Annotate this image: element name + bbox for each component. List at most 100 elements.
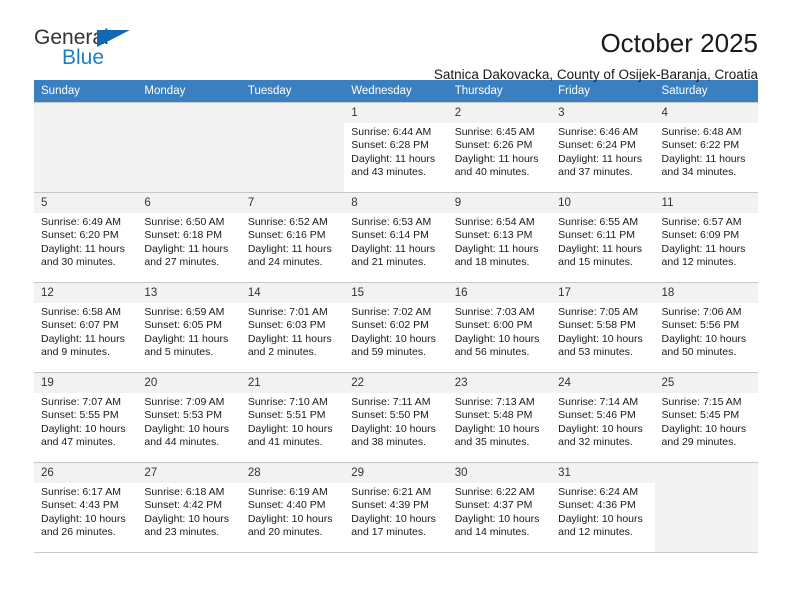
calendar-day-cell[interactable]: 30 Sunrise: 6:22 AM Sunset: 4:37 PM Dayligh… bbox=[447, 462, 552, 553]
calendar-day-cell[interactable]: 29 Sunrise: 6:21 AM Sunset: 4:39 PM Dayligh… bbox=[344, 462, 448, 553]
calendar-day-cell[interactable]: 26 Sunrise: 6:17 AM Sunset: 4:43 PM Dayligh… bbox=[34, 462, 138, 553]
calendar-day-cell[interactable]: 3 Sunrise: 6:46 AM Sunset: 6:24 PM Daylight… bbox=[551, 102, 655, 193]
daylight-text-line1: Daylight: 10 hours bbox=[351, 332, 436, 345]
daylight-text-line2: and 12 minutes. bbox=[558, 526, 633, 539]
daylight-text-line1: Daylight: 11 hours bbox=[41, 332, 125, 345]
daylight-text-line2: and 15 minutes. bbox=[558, 256, 633, 269]
calendar-body: 1 Sunrise: 6:44 AM Sunset: 6:28 PM Daylight… bbox=[34, 102, 758, 553]
sunrise-text: Sunrise: 6:57 AM bbox=[661, 216, 742, 228]
day-number: 23 bbox=[447, 373, 552, 393]
sunrise-text: Sunrise: 7:11 AM bbox=[351, 396, 431, 408]
calendar-day-cell[interactable]: 12 Sunrise: 6:58 AM Sunset: 6:07 PM Dayligh… bbox=[34, 282, 138, 373]
calendar-day-cell[interactable]: 16 Sunrise: 7:03 AM Sunset: 6:00 PM Dayligh… bbox=[447, 282, 552, 373]
day-cell-inner: 17 Sunrise: 7:05 AM Sunset: 5:58 PM Dayligh… bbox=[551, 283, 655, 372]
day-details: Sunrise: 6:55 AM Sunset: 6:11 PM Daylight:… bbox=[551, 213, 654, 270]
general-blue-logo[interactable]: General Blue bbox=[34, 26, 174, 72]
daylight-text-line2: and 27 minutes. bbox=[144, 256, 220, 269]
day-number: 25 bbox=[654, 373, 758, 393]
sunset-text: Sunset: 5:50 PM bbox=[351, 409, 429, 422]
day-cell-inner: 6 Sunrise: 6:50 AM Sunset: 6:18 PM Daylight… bbox=[137, 193, 241, 282]
daylight-text-line1: Daylight: 10 hours bbox=[41, 422, 126, 435]
day-cell-inner: 24 Sunrise: 7:14 AM Sunset: 5:46 PM Dayligh… bbox=[551, 373, 655, 462]
day-details: Sunrise: 6:54 AM Sunset: 6:13 PM Daylight:… bbox=[448, 213, 551, 270]
calendar-day-cell[interactable]: 4 Sunrise: 6:48 AM Sunset: 6:22 PM Daylight… bbox=[654, 102, 758, 193]
calendar-day-cell[interactable]: 31 Sunrise: 6:24 AM Sunset: 4:36 PM Dayligh… bbox=[551, 462, 655, 553]
sunset-text: Sunset: 5:56 PM bbox=[661, 319, 740, 332]
day-number: 2 bbox=[447, 103, 552, 123]
daylight-text-line1: Daylight: 10 hours bbox=[661, 422, 747, 435]
day-cell-inner: 25 Sunrise: 7:15 AM Sunset: 5:45 PM Dayligh… bbox=[654, 373, 758, 462]
calendar-day-cell[interactable]: 21 Sunrise: 7:10 AM Sunset: 5:51 PM Dayligh… bbox=[240, 372, 345, 463]
day-cell-inner: 9 Sunrise: 6:54 AM Sunset: 6:13 PM Daylight… bbox=[447, 193, 552, 282]
sunrise-text: Sunrise: 7:09 AM bbox=[144, 396, 225, 408]
daylight-text-line1: Daylight: 10 hours bbox=[558, 512, 643, 525]
day-cell-inner: 16 Sunrise: 7:03 AM Sunset: 6:00 PM Dayligh… bbox=[447, 283, 552, 372]
sunset-text: Sunset: 4:36 PM bbox=[558, 499, 636, 512]
daylight-text-line2: and 40 minutes. bbox=[454, 166, 530, 179]
calendar-day-cell[interactable]: 24 Sunrise: 7:14 AM Sunset: 5:46 PM Dayligh… bbox=[551, 372, 655, 463]
sunset-text: Sunset: 6:05 PM bbox=[144, 319, 223, 332]
sunrise-text: Sunrise: 6:46 AM bbox=[558, 126, 639, 138]
sunset-text: Sunset: 6:09 PM bbox=[661, 229, 740, 242]
calendar-day-cell[interactable]: 17 Sunrise: 7:05 AM Sunset: 5:58 PM Dayligh… bbox=[551, 282, 655, 373]
daylight-text-line1: Daylight: 10 hours bbox=[558, 422, 643, 435]
daylight-text-line2: and 41 minutes. bbox=[247, 436, 323, 449]
daylight-text-line1: Daylight: 11 hours bbox=[351, 152, 436, 165]
day-number: 15 bbox=[344, 283, 448, 303]
day-number: 5 bbox=[34, 193, 138, 213]
calendar-day-cell[interactable]: 27 Sunrise: 6:18 AM Sunset: 4:42 PM Dayligh… bbox=[137, 462, 241, 553]
calendar-day-cell[interactable]: 10 Sunrise: 6:55 AM Sunset: 6:11 PM Dayligh… bbox=[551, 192, 655, 283]
calendar-day-cell[interactable]: 11 Sunrise: 6:57 AM Sunset: 6:09 PM Dayligh… bbox=[654, 192, 758, 283]
calendar-day-cell[interactable]: 25 Sunrise: 7:15 AM Sunset: 5:45 PM Dayligh… bbox=[654, 372, 758, 463]
day-details: Sunrise: 6:58 AM Sunset: 6:07 PM Daylight:… bbox=[34, 303, 137, 360]
day-number: 14 bbox=[240, 283, 345, 303]
sunset-text: Sunset: 6:13 PM bbox=[454, 229, 533, 242]
day-cell-inner: 28 Sunrise: 6:19 AM Sunset: 4:40 PM Dayligh… bbox=[240, 463, 345, 552]
day-details: Sunrise: 6:57 AM Sunset: 6:09 PM Daylight:… bbox=[655, 213, 758, 270]
calendar-day-cell[interactable]: 28 Sunrise: 6:19 AM Sunset: 4:40 PM Dayligh… bbox=[240, 462, 345, 553]
day-details: Sunrise: 6:22 AM Sunset: 4:37 PM Daylight:… bbox=[448, 483, 551, 540]
daylight-text-line2: and 14 minutes. bbox=[454, 526, 530, 539]
calendar-cell-empty bbox=[34, 102, 138, 193]
day-cell-inner: 1 Sunrise: 6:44 AM Sunset: 6:28 PM Daylight… bbox=[344, 103, 448, 192]
calendar-day-cell[interactable]: 7 Sunrise: 6:52 AM Sunset: 6:16 PM Daylight… bbox=[240, 192, 345, 283]
sunrise-text: Sunrise: 6:50 AM bbox=[144, 216, 225, 228]
sunrise-text: Sunrise: 6:53 AM bbox=[351, 216, 432, 228]
sunset-text: Sunset: 6:16 PM bbox=[247, 229, 326, 242]
calendar-day-cell[interactable]: 2 Sunrise: 6:45 AM Sunset: 6:26 PM Daylight… bbox=[447, 102, 552, 193]
calendar-day-cell[interactable]: 20 Sunrise: 7:09 AM Sunset: 5:53 PM Dayligh… bbox=[137, 372, 241, 463]
day-cell-inner: 13 Sunrise: 6:59 AM Sunset: 6:05 PM Dayligh… bbox=[137, 283, 241, 372]
calendar-day-cell[interactable]: 1 Sunrise: 6:44 AM Sunset: 6:28 PM Daylight… bbox=[344, 102, 448, 193]
day-cell-inner: 29 Sunrise: 6:21 AM Sunset: 4:39 PM Dayligh… bbox=[344, 463, 448, 552]
sunrise-text: Sunrise: 6:22 AM bbox=[454, 486, 535, 498]
daylight-text-line2: and 17 minutes. bbox=[351, 526, 426, 539]
day-details: Sunrise: 7:11 AM Sunset: 5:50 PM Daylight:… bbox=[344, 393, 447, 450]
sunrise-text: Sunrise: 7:03 AM bbox=[454, 306, 535, 318]
sunrise-text: Sunrise: 7:15 AM bbox=[661, 396, 742, 408]
empty-cell-inner bbox=[34, 103, 137, 192]
day-cell-inner: 18 Sunrise: 7:06 AM Sunset: 5:56 PM Dayligh… bbox=[654, 283, 758, 372]
daylight-text-line1: Daylight: 11 hours bbox=[144, 242, 229, 255]
calendar-day-cell[interactable]: 6 Sunrise: 6:50 AM Sunset: 6:18 PM Daylight… bbox=[137, 192, 241, 283]
calendar-day-cell[interactable]: 23 Sunrise: 7:13 AM Sunset: 5:48 PM Dayligh… bbox=[447, 372, 552, 463]
day-details: Sunrise: 6:49 AM Sunset: 6:20 PM Daylight:… bbox=[34, 213, 137, 270]
calendar-day-cell[interactable]: 22 Sunrise: 7:11 AM Sunset: 5:50 PM Dayligh… bbox=[344, 372, 448, 463]
calendar-day-cell[interactable]: 9 Sunrise: 6:54 AM Sunset: 6:13 PM Daylight… bbox=[447, 192, 552, 283]
sunrise-text: Sunrise: 6:44 AM bbox=[351, 126, 432, 138]
calendar-day-cell[interactable]: 19 Sunrise: 7:07 AM Sunset: 5:55 PM Dayligh… bbox=[34, 372, 138, 463]
sunset-text: Sunset: 4:43 PM bbox=[41, 499, 119, 512]
day-cell-inner: 5 Sunrise: 6:49 AM Sunset: 6:20 PM Daylight… bbox=[34, 193, 138, 282]
calendar-day-cell[interactable]: 8 Sunrise: 6:53 AM Sunset: 6:14 PM Daylight… bbox=[344, 192, 448, 283]
calendar-day-cell[interactable]: 18 Sunrise: 7:06 AM Sunset: 5:56 PM Dayligh… bbox=[654, 282, 758, 373]
calendar-day-cell[interactable]: 5 Sunrise: 6:49 AM Sunset: 6:20 PM Daylight… bbox=[34, 192, 138, 283]
sunrise-text: Sunrise: 7:07 AM bbox=[41, 396, 121, 408]
calendar-day-cell[interactable]: 13 Sunrise: 6:59 AM Sunset: 6:05 PM Dayligh… bbox=[137, 282, 241, 373]
page-header: General Blue October 2025 Satnica Dakova… bbox=[34, 0, 758, 82]
calendar-day-cell[interactable]: 14 Sunrise: 7:01 AM Sunset: 6:03 PM Dayligh… bbox=[240, 282, 345, 373]
day-number: 1 bbox=[344, 103, 448, 123]
daylight-text-line2: and 38 minutes. bbox=[351, 436, 426, 449]
calendar-day-cell[interactable]: 15 Sunrise: 7:02 AM Sunset: 6:02 PM Dayligh… bbox=[344, 282, 448, 373]
day-details: Sunrise: 6:19 AM Sunset: 4:40 PM Daylight:… bbox=[241, 483, 344, 540]
day-details: Sunrise: 7:06 AM Sunset: 5:56 PM Daylight:… bbox=[655, 303, 758, 360]
day-cell-inner: 10 Sunrise: 6:55 AM Sunset: 6:11 PM Dayligh… bbox=[551, 193, 655, 282]
